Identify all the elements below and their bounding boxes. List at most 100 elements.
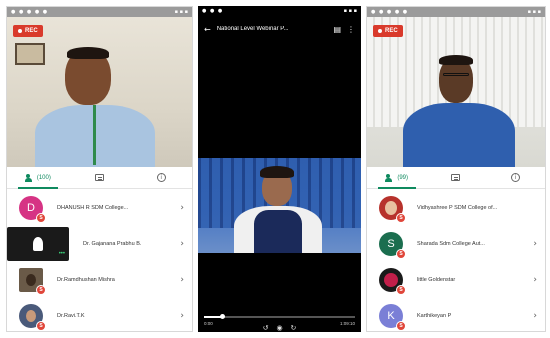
- tab-bar: (99) i: [367, 167, 545, 189]
- rec-label: REC: [25, 28, 38, 34]
- participant-name: Vidhyashree P SDM College of...: [417, 205, 498, 211]
- list-item[interactable]: ••• Dr. Gajanana Prabhu B. ›: [7, 226, 192, 262]
- chevron-right-icon[interactable]: ›: [176, 275, 184, 285]
- avatar: D S: [19, 196, 46, 223]
- record-dot-icon: [378, 29, 382, 33]
- play-pause-icon[interactable]: ◉: [276, 324, 282, 332]
- presenter-video[interactable]: [198, 158, 361, 253]
- list-item[interactable]: S S Sharada Sdm College Aut... ›: [367, 226, 545, 262]
- chat-icon: [95, 174, 104, 181]
- avatar: S: [379, 268, 406, 295]
- audio-indicator-icon: •••: [58, 251, 65, 257]
- participant-name: Dr.Ramdhushan Mishra: [57, 277, 115, 283]
- chevron-right-icon[interactable]: ›: [176, 239, 184, 249]
- status-badge: S: [396, 321, 406, 331]
- chevron-right-icon[interactable]: ›: [529, 239, 537, 249]
- speaker-hair: [439, 55, 473, 65]
- more-vert-icon[interactable]: ⋮: [347, 25, 355, 34]
- queue-icon[interactable]: ▤: [333, 25, 341, 34]
- avatar-initial: S: [387, 238, 395, 250]
- tab-chat[interactable]: [426, 167, 485, 188]
- presenter-jacket: [254, 210, 302, 253]
- tab-participants[interactable]: (100): [7, 167, 69, 189]
- tab-info[interactable]: i: [486, 167, 545, 188]
- avatar: S S: [379, 232, 406, 259]
- speaker-video[interactable]: REC: [367, 17, 545, 167]
- status-bar: ● ● ● ● ● ▪ ▪ ▪: [7, 7, 192, 17]
- right-phone-screen: ● ● ● ● ● ▪ ▪ ▪ REC (99) i S Vidhyashree…: [366, 6, 546, 332]
- tab-chat[interactable]: [69, 167, 131, 188]
- chevron-right-icon[interactable]: ›: [176, 203, 184, 213]
- notification-icons: ● ● ● ● ●: [371, 9, 409, 15]
- status-badge: S: [36, 285, 46, 295]
- rec-badge: REC: [373, 25, 403, 37]
- notification-icons: ● ● ● ● ●: [11, 9, 49, 15]
- progress-knob[interactable]: [220, 314, 226, 319]
- video-title: National Level Webinar P...: [216, 26, 289, 32]
- arrow-left-icon[interactable]: ←: [204, 25, 211, 34]
- speaker-video[interactable]: REC: [7, 17, 192, 167]
- record-dot-icon: [18, 29, 22, 33]
- tab-bar: (100) i: [7, 167, 192, 189]
- chevron-right-icon[interactable]: ›: [176, 311, 184, 321]
- chevron-right-icon[interactable]: ›: [529, 275, 537, 285]
- system-icons: ▪ ▪ ▪: [527, 9, 541, 15]
- status-bar: ● ● ● ● ● ▪ ▪ ▪: [367, 7, 545, 17]
- list-item[interactable]: K S Karthikeyan P ›: [367, 298, 545, 331]
- participant-name: Sharada Sdm College Aut...: [417, 241, 485, 247]
- list-item[interactable]: S Dr.Ravi.T.K ›: [7, 298, 192, 331]
- status-badge: S: [36, 321, 46, 331]
- playback-controls: ↺ ◉ ↻: [198, 324, 361, 332]
- video-header: ← National Level Webinar P... ▤ ⋮: [198, 16, 361, 42]
- participant-name: Dr. Gajanana Prabhu B.: [83, 241, 142, 247]
- list-item[interactable]: S Dr.Ramdhushan Mishra ›: [7, 262, 192, 298]
- list-item[interactable]: S little Goldenstar ›: [367, 262, 545, 298]
- people-icon: [24, 173, 34, 182]
- system-icons: ▪ ▪ ▪: [174, 9, 188, 15]
- progress-bar[interactable]: [204, 314, 355, 319]
- avatar: K S: [379, 304, 406, 331]
- glasses: [443, 73, 469, 76]
- avatar: •••: [7, 227, 69, 261]
- notification-icons: ● ● ●: [202, 8, 224, 14]
- system-icons: ▪ ▪ ▪: [343, 8, 357, 14]
- person-silhouette-icon: [33, 237, 43, 251]
- rewind-icon[interactable]: ↺: [263, 324, 269, 332]
- list-item[interactable]: D S DHANUSH R SDM College... ›: [7, 190, 192, 226]
- participant-name: Dr.Ravi.T.K: [57, 313, 85, 319]
- participant-list: S Vidhyashree P SDM College of... S S Sh…: [367, 190, 545, 331]
- info-icon: i: [510, 173, 520, 182]
- rec-badge: REC: [13, 25, 43, 37]
- wall-frame: [15, 43, 45, 65]
- avatar-initial: K: [387, 310, 395, 322]
- status-bar: ● ● ● ▪ ▪ ▪: [198, 6, 361, 16]
- forward-icon[interactable]: ↻: [291, 324, 297, 332]
- person-photo-icon: [26, 310, 36, 322]
- speaker-shirt: [403, 103, 515, 167]
- avatar: S: [19, 304, 46, 331]
- info-icon: i: [156, 173, 166, 182]
- participant-name: Karthikeyan P: [417, 313, 452, 319]
- chevron-right-icon[interactable]: ›: [529, 311, 537, 321]
- status-badge: S: [396, 249, 406, 259]
- status-badge: S: [396, 213, 406, 223]
- chat-icon: [451, 174, 461, 181]
- middle-phone-screen: ● ● ● ▪ ▪ ▪ ← National Level Webinar P..…: [198, 6, 361, 332]
- avatar: S: [19, 268, 46, 295]
- people-icon: [385, 173, 394, 182]
- tab-info[interactable]: i: [130, 167, 192, 188]
- participant-count: (99): [397, 174, 408, 181]
- list-item[interactable]: S Vidhyashree P SDM College of...: [367, 190, 545, 226]
- participant-name: DHANUSH R SDM College...: [57, 205, 129, 211]
- tab-participants[interactable]: (99): [367, 167, 426, 189]
- participant-count: (100): [36, 174, 51, 181]
- participant-list: D S DHANUSH R SDM College... › ••• Dr. G…: [7, 190, 192, 331]
- participant-name: little Goldenstar: [417, 277, 456, 283]
- rec-label: REC: [385, 28, 398, 34]
- avatar-initial: D: [27, 202, 35, 214]
- speaker-hair: [67, 47, 109, 59]
- person-photo-icon: [385, 201, 397, 215]
- presenter-hair: [260, 166, 294, 178]
- lanyard: [93, 105, 96, 165]
- flower-logo-icon: [384, 273, 398, 287]
